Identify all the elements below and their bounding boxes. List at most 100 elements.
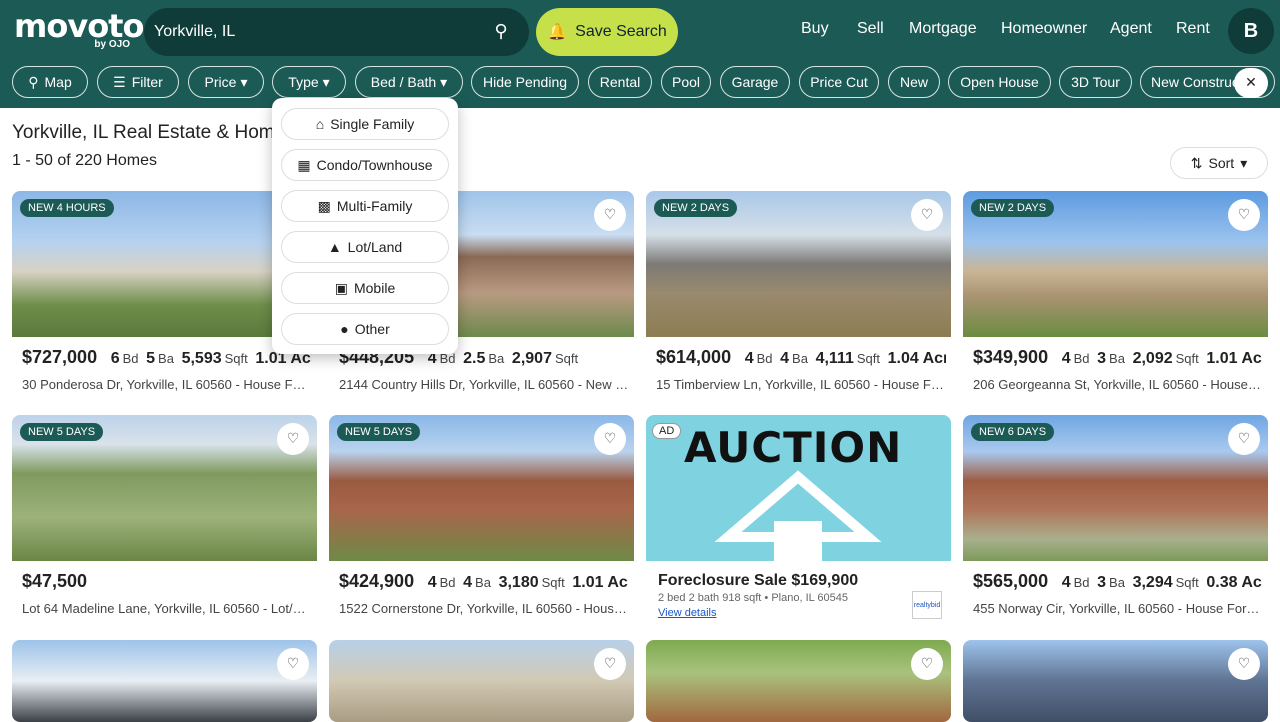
price-row: $424,900 4Bd 4Ba 3,180Sqft 1.01 Acres (339, 571, 629, 591)
mobile-home-icon: ▣ (334, 279, 348, 296)
listing-address[interactable]: 455 Norway Cir, Yorkville, IL 60560 - Ho… (973, 601, 1263, 616)
chip-price-cut[interactable]: Price Cut (799, 66, 879, 98)
chip-filter[interactable]: ☰ Filter (97, 66, 179, 98)
bell-icon: 🔔 (547, 24, 568, 41)
listing-card[interactable]: NEW 2 DAYS ♡ $614,000 4 Bd 4 Ba 4,111 Sqft … (646, 191, 951, 403)
filter-icon: ☰ (113, 73, 126, 90)
type-option-condo[interactable]: ▦ Condo/Townhouse (281, 149, 449, 181)
results-count: 1 - 50 of 220 Homes (12, 152, 157, 169)
price-row: $47,500 (22, 571, 312, 595)
house-icon: ⌂ (315, 116, 325, 132)
save-search-button[interactable]: 🔔 Save Search (536, 8, 678, 56)
new-badge: NEW 4 HOURS (20, 199, 114, 217)
nav-sell[interactable]: Sell (857, 20, 884, 38)
nav-mortgage[interactable]: Mortgage (909, 20, 977, 38)
chevron-down-icon: ▾ (1240, 154, 1248, 171)
type-option-mobile[interactable]: ▣ Mobile (281, 272, 449, 304)
listing-price: $349,900 (973, 347, 1049, 367)
sort-button[interactable]: ⇅ Sort ▾ (1170, 147, 1268, 179)
listing-card[interactable]: ♡ (12, 640, 317, 722)
listing-card[interactable]: NEW 2 DAYS ♡ $349,900 4 Bd 3 Ba 2,092 Sqft … (963, 191, 1268, 403)
price-row: $614,000 4Bd 4Ba 4,111Sqft 1.04 Acres (656, 347, 946, 367)
chip-type[interactable]: Type ▾ (272, 66, 346, 98)
chevron-down-icon: ▾ (440, 73, 448, 90)
chip-hide-pending[interactable]: Hide Pending (471, 66, 579, 98)
building-icon: ▦ (297, 156, 311, 173)
nav-homeowner[interactable]: Homeowner (1001, 20, 1087, 38)
listing-address[interactable]: Lot 64 Madeline Lane, Yorkville, IL 6056… (22, 601, 312, 616)
new-badge: NEW 2 DAYS (971, 199, 1055, 217)
realtybid-logo[interactable]: realtybid (912, 591, 942, 619)
close-icon[interactable]: ✕ (1234, 68, 1268, 98)
auction-title[interactable]: Foreclosure Sale $169,900 (658, 572, 858, 590)
price-row: $349,900 4Bd 3Ba 2,092Sqft 1.01 Acres (973, 347, 1263, 367)
search-input[interactable] (154, 19, 454, 45)
heart-icon[interactable]: ♡ (594, 648, 626, 680)
view-details-link[interactable]: View details (658, 607, 717, 619)
heart-icon[interactable]: ♡ (911, 199, 943, 231)
chip-map[interactable]: ⚲ Map (12, 66, 88, 98)
new-badge: NEW 6 DAYS (971, 423, 1055, 441)
type-dropdown: ⌂ Single Family ▦ Condo/Townhouse ▩ Multi-F… (272, 98, 458, 354)
listing-address[interactable]: 30 Ponderosa Dr, Yorkville, IL 60560 - H… (22, 377, 312, 392)
listing-card[interactable]: ♡ (963, 640, 1268, 722)
listing-card[interactable]: ♡ (329, 640, 634, 722)
new-badge: NEW 5 DAYS (20, 423, 104, 441)
type-option-other[interactable]: ● Other (281, 313, 449, 345)
heart-icon[interactable]: ♡ (277, 423, 309, 455)
listing-price: $47,500 (22, 571, 88, 591)
filter-bar: ⚲ Map ☰ Filter Price ▾ Type ▾ Bed / Bath ▾ Hi… (0, 60, 1280, 108)
listing-price: $565,000 (973, 571, 1049, 591)
chip-new[interactable]: New (888, 66, 940, 98)
listing-price: $614,000 (656, 347, 732, 367)
heart-icon[interactable]: ♡ (1228, 199, 1260, 231)
house-icon (714, 470, 882, 561)
listing-card[interactable]: ♡ (646, 640, 951, 722)
nav-rent[interactable]: Rent (1176, 20, 1210, 38)
heart-icon[interactable]: ♡ (594, 423, 626, 455)
user-avatar[interactable]: B (1228, 8, 1274, 54)
listing-address[interactable]: 15 Timberview Ln, Yorkville, IL 60560 - … (656, 377, 946, 392)
listing-address[interactable]: 206 Georgeanna St, Yorkville, IL 60560 -… (973, 377, 1263, 392)
listing-price: $727,000 (22, 347, 98, 367)
price-row: $727,000 6Bd 5Ba 5,593Sqft 1.01 Acres (22, 347, 312, 367)
heart-icon[interactable]: ♡ (277, 648, 309, 680)
chip-bed-bath[interactable]: Bed / Bath ▾ (355, 66, 463, 98)
chip-pool[interactable]: Pool (661, 66, 711, 98)
price-row: $565,000 4Bd 3Ba 3,294Sqft 0.38 Acres (973, 571, 1263, 591)
land-icon: ▲ (327, 239, 342, 255)
chip-open-house[interactable]: Open House (948, 66, 1051, 98)
listing-card[interactable]: NEW 5 DAYS ♡ $47,500 Lot 64 Madeline Lan… (12, 415, 317, 627)
heart-icon[interactable]: ♡ (911, 648, 943, 680)
auction-details: 2 bed 2 bath 918 sqft • Plano, IL 60545 (658, 592, 848, 604)
type-option-lot-land[interactable]: ▲ Lot/Land (281, 231, 449, 263)
listing-price: $424,900 (339, 571, 415, 591)
map-icon: ⚲ (28, 73, 39, 90)
ad-tag: AD (652, 423, 682, 439)
chip-price[interactable]: Price ▾ (188, 66, 264, 98)
ad-card[interactable]: AUCTION AD Foreclosure Sale $169,900 2 b… (646, 415, 951, 627)
chip-3d-tour[interactable]: 3D Tour (1059, 66, 1132, 98)
listing-address[interactable]: 2144 Country Hills Dr, Yorkville, IL 605… (339, 377, 629, 392)
nav-buy[interactable]: Buy (801, 20, 829, 38)
nav-agent[interactable]: Agent (1110, 20, 1152, 38)
heart-icon[interactable]: ♡ (1228, 423, 1260, 455)
auction-image[interactable]: AUCTION (646, 415, 951, 561)
listing-photo[interactable] (12, 640, 317, 722)
heart-icon[interactable]: ♡ (594, 199, 626, 231)
chip-rental[interactable]: Rental (588, 66, 652, 98)
listing-address[interactable]: 1522 Cornerstone Dr, Yorkville, IL 60560… (339, 601, 629, 616)
listing-photo[interactable] (646, 640, 951, 722)
listing-card[interactable]: NEW 5 DAYS ♡ $424,900 4 Bd 4 Ba 3,180 Sqft … (329, 415, 634, 627)
listing-photo[interactable] (963, 640, 1268, 722)
listing-card[interactable]: NEW 6 DAYS ♡ $565,000 4 Bd 3 Ba 3,294 Sqft … (963, 415, 1268, 627)
search-icon[interactable]: ⚲ (486, 20, 516, 44)
apartment-icon: ▩ (317, 197, 331, 214)
listing-photo[interactable] (329, 640, 634, 722)
type-option-multi-family[interactable]: ▩ Multi-Family (281, 190, 449, 222)
new-badge: NEW 5 DAYS (337, 423, 421, 441)
type-option-single-family[interactable]: ⌂ Single Family (281, 108, 449, 140)
movoto-logo[interactable]: movoto by OJO (14, 9, 144, 51)
heart-icon[interactable]: ♡ (1228, 648, 1260, 680)
chip-garage[interactable]: Garage (720, 66, 790, 98)
